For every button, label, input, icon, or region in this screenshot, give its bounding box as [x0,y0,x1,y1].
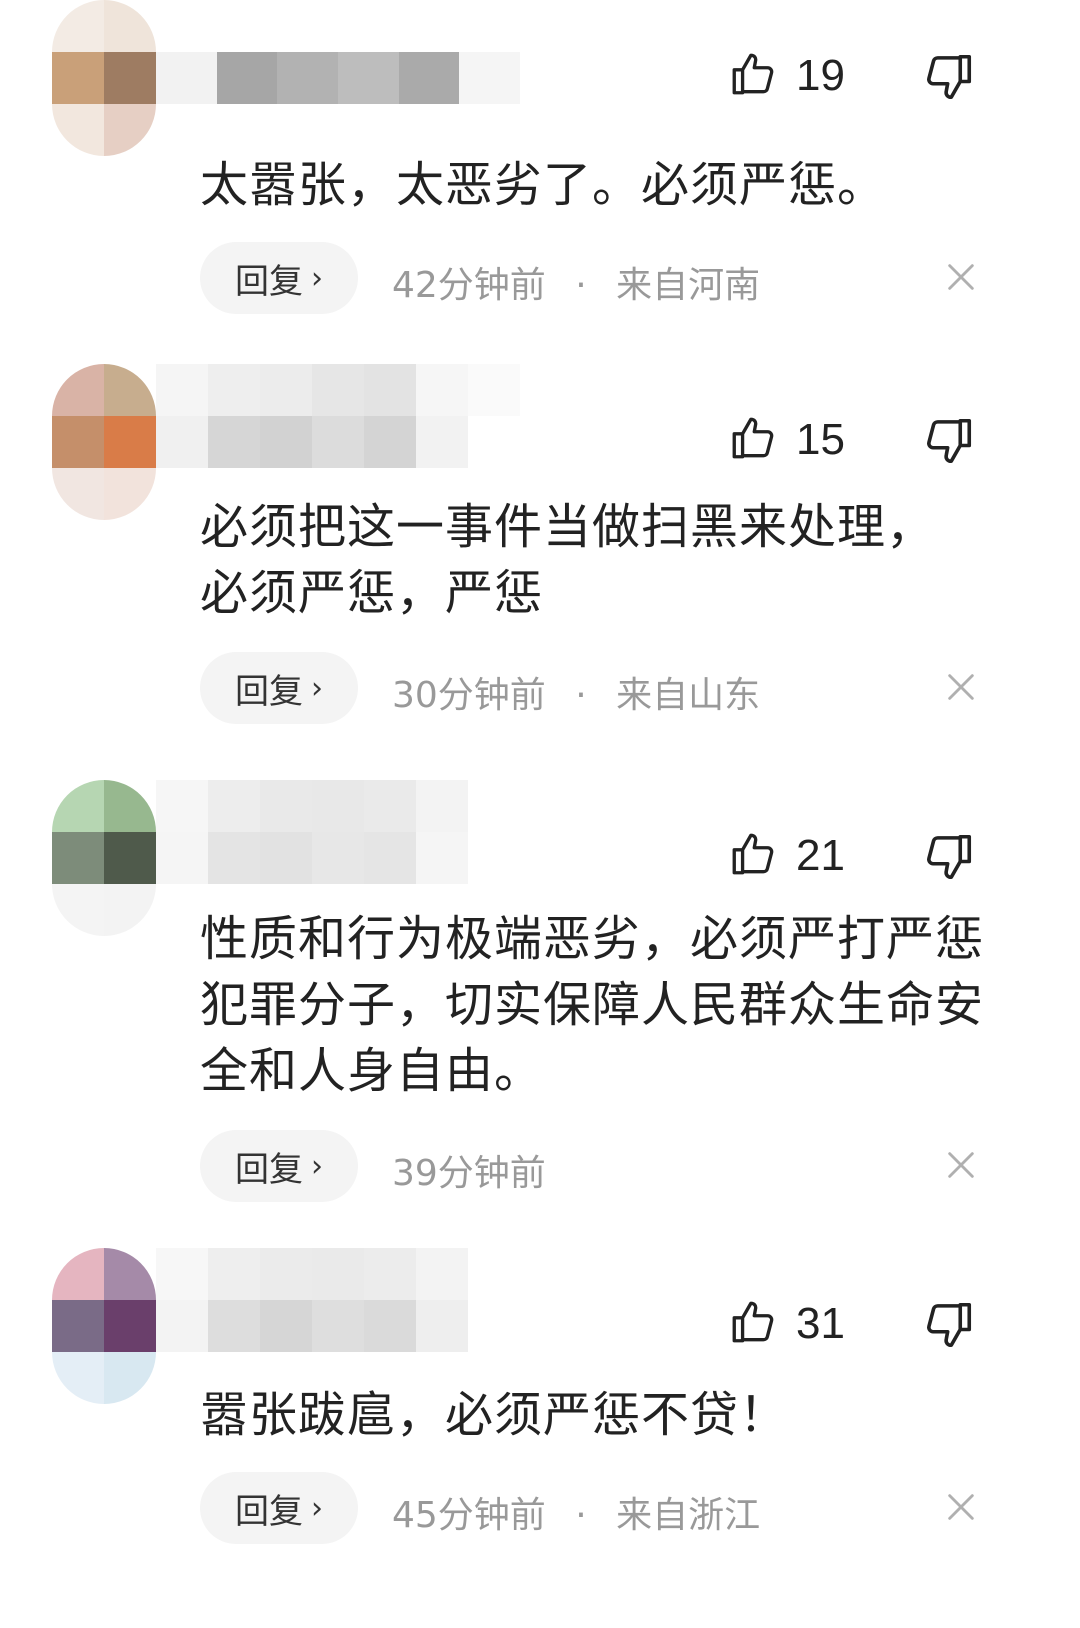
close-icon[interactable] [944,670,978,708]
like-button[interactable]: 31 [728,1296,845,1352]
chevron-right-icon: › [311,260,323,296]
like-count: 31 [796,1299,845,1348]
timestamp: 30分钟前 [392,675,546,716]
thumbs-down-icon [922,50,976,108]
username-blurred[interactable] [156,364,520,468]
avatar[interactable] [52,364,156,520]
thumbs-up-icon [728,1297,778,1351]
reply-button[interactable]: 回复 › [200,242,358,314]
meta-text: 30分钟前 · 来自山东 [392,666,760,718]
like-button[interactable]: 19 [728,48,845,104]
comment-meta: 回复 › 45分钟前 · 来自浙江 [200,1472,1020,1544]
avatar[interactable] [52,0,156,156]
separator-dot: · [575,265,587,306]
chevron-right-icon: › [311,1490,323,1526]
username-blurred[interactable] [156,1248,520,1352]
separator-dot: · [575,1495,587,1536]
thumbs-down-icon [922,830,976,888]
comment-item: 31 嚣张跋扈，必须严惩不贷！ 回复 › 45分钟前 · 来自浙江 [0,1248,1080,1628]
username-blurred[interactable] [156,780,520,884]
comment-meta: 回复 › 39分钟前 [200,1130,1020,1202]
timestamp: 42分钟前 [392,265,546,306]
comment-meta: 回复 › 30分钟前 · 来自山东 [200,652,1020,724]
timestamp: 39分钟前 [392,1153,546,1194]
dislike-button[interactable] [922,830,976,888]
location: 来自浙江 [616,1495,761,1536]
chevron-right-icon: › [311,1148,323,1184]
avatar[interactable] [52,1248,156,1404]
comment-meta: 回复 › 42分钟前 · 来自河南 [200,242,1020,314]
like-count: 15 [796,415,845,464]
like-button[interactable]: 15 [728,412,845,468]
comment-item: 21 性质和行为极端恶劣，必须严打严惩犯罪分子，切实保障人民群众生命安全和人身自… [0,780,1080,1210]
reply-label: 回复 [235,671,303,712]
dislike-button[interactable] [922,50,976,108]
thumbs-down-icon [922,414,976,472]
username-blurred[interactable] [156,52,521,104]
comment-text: 嚣张跋扈，必须严惩不贷！ [200,1387,789,1443]
reply-button[interactable]: 回复 › [200,652,358,724]
thumbs-up-icon [728,829,778,883]
avatar[interactable] [52,780,156,936]
meta-text: 42分钟前 · 来自河南 [392,256,760,308]
separator-dot: · [575,675,587,716]
reply-label: 回复 [235,1491,303,1532]
comment-text: 太嚣张，太恶劣了。必须严惩。 [200,157,887,213]
dislike-button[interactable] [922,1298,976,1356]
chevron-right-icon: › [311,670,323,706]
dislike-button[interactable] [922,414,976,472]
like-button[interactable]: 21 [728,828,845,884]
like-count: 21 [796,831,845,880]
reply-button[interactable]: 回复 › [200,1472,358,1544]
comment-text: 性质和行为极端恶劣，必须严打严惩犯罪分子，切实保障人民群众生命安全和人身自由。 [200,911,985,1099]
thumbs-down-icon [922,1298,976,1356]
reply-label: 回复 [235,261,303,302]
close-icon[interactable] [944,1490,978,1528]
thumbs-up-icon [728,413,778,467]
location: 来自河南 [616,265,761,306]
thumbs-up-icon [728,49,778,103]
close-icon[interactable] [944,260,978,298]
like-count: 19 [796,51,845,100]
comment-text: 必须把这一事件当做扫黑来处理，必须严惩，严惩 [200,499,936,621]
meta-text: 39分钟前 [392,1144,546,1196]
timestamp: 45分钟前 [392,1495,546,1536]
close-icon[interactable] [944,1148,978,1186]
reply-button[interactable]: 回复 › [200,1130,358,1202]
reply-label: 回复 [235,1149,303,1190]
comment-item: 15 必须把这一事件当做扫黑来处理，必须严惩，严惩 回复 › 30分钟前 · 来自… [0,364,1080,744]
location: 来自山东 [616,675,761,716]
meta-text: 45分钟前 · 来自浙江 [392,1486,760,1538]
comment-item: 19 太嚣张，太恶劣了。必须严惩。 回复 › 42分钟前 · 来自河南 [0,0,1080,320]
